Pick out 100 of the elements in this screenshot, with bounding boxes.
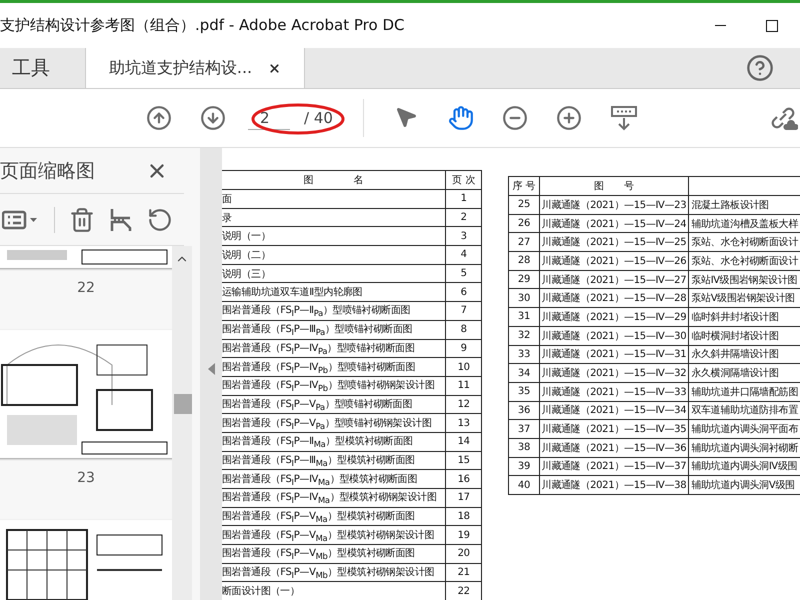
maximize-button[interactable]: [766, 20, 778, 32]
table-cell: 围岩普通段（FS$_{Ⅰ}$P—Ⅱ$_{Ma}$）型模筑衬砌断面图: [222, 432, 446, 452]
table-cell: 围岩普通段（FS$_{Ⅰ}$P—Ⅳ$_{Ma}$）型模筑衬砌钢架设计图: [222, 488, 446, 508]
table-cell: 围岩普通段（FS$_{Ⅰ}$P—Ⅳ$_{Pb}$）型喷锚衬砌钢架设计图: [222, 376, 446, 396]
zoom-in-icon[interactable]: [556, 105, 582, 131]
table-cell: 围岩普通段（FS$_{Ⅰ}$P—Ⅴ$_{Mb}$）型模筑衬砌钢架设计图: [222, 563, 446, 582]
page-label: 22: [77, 280, 95, 296]
page-number-field[interactable]: 2: [248, 106, 290, 130]
table-cell: 8: [446, 320, 482, 339]
page-extract-icon[interactable]: [109, 206, 133, 232]
column-header: 序 号: [508, 176, 540, 196]
collapse-arrow-icon[interactable]: [208, 363, 214, 375]
table-cell: 36: [508, 401, 540, 420]
table-cell: 7: [446, 302, 482, 320]
table-cell: 川藏通隧（2021）—15—Ⅳ—37: [539, 457, 689, 476]
table-cell: 31: [508, 308, 540, 326]
table-cell: 围岩普通段（FS$_{Ⅰ}$P—Ⅳ$_{Ma}$）型模筑衬砌断面图: [222, 470, 446, 488]
panel-title: 页面缩略图: [0, 158, 95, 184]
table-cell: 川藏通隧（2021）—15—Ⅳ—38: [539, 476, 689, 494]
table-cell: 围岩普通段（FS$_{Ⅰ}$P—Ⅴ$_{Pa}$）型喷锚衬砌钢架设计图: [222, 414, 446, 432]
table-cell: 3: [446, 226, 482, 246]
table-cell: 说明（三）: [222, 264, 446, 283]
table-cell: 围岩普通段（FS$_{Ⅰ}$P—Ⅴ$_{Ma}$）型模筑衬砌断面图: [222, 507, 446, 526]
table-cell: 37: [508, 420, 540, 438]
tab[interactable]: 助坑道支护结构设...: [86, 48, 305, 88]
table-cell: 面: [222, 190, 446, 208]
table-cell: 川藏通隧（2021）—15—Ⅳ—23: [539, 196, 689, 214]
table-cell: 围岩普通段（FS$_{Ⅰ}$P—Ⅳ$_{Pa}$）型喷锚衬砌断面图: [222, 339, 446, 358]
zoom-out-icon[interactable]: [502, 105, 528, 131]
table-cell: 33: [508, 345, 540, 364]
table-cell: 围岩普通段（FS$_{Ⅰ}$P—Ⅱ$_{Pa}$）型喷锚衬砌断面图: [222, 302, 446, 320]
close-icon[interactable]: [268, 62, 282, 74]
table-cell: 川藏通隧（2021）—15—Ⅳ—32: [539, 364, 689, 382]
table-cell: 13: [446, 414, 482, 432]
column-header: 图 号: [539, 176, 689, 196]
page-total: / 40: [304, 109, 333, 127]
window-title: 支护结构设计参考图（组合）.pdf - Adobe Acrobat Pro DC: [0, 16, 404, 35]
table-cell: 围岩普通段（FS$_{Ⅰ}$P—Ⅴ$_{Pa}$）型喷锚衬砌断面图: [222, 395, 446, 414]
stamp-tool-icon[interactable]: [610, 104, 638, 132]
column-header: 图 名: [222, 170, 446, 190]
table-cell: 20: [446, 544, 482, 564]
table-cell: 川藏通隧（2021）—15—Ⅳ—33: [539, 382, 689, 402]
table-cell: 4: [446, 246, 482, 264]
hand-icon[interactable]: [448, 105, 474, 131]
table-cell: 17: [446, 488, 482, 508]
table-cell: 说明（一）: [222, 226, 446, 246]
previous-page-icon[interactable]: [146, 105, 172, 131]
table-cell: 运输辅助坑道双车道Ⅱ型内轮廓图: [222, 282, 446, 302]
table-cell: 30: [508, 288, 540, 308]
table-cell: 34: [508, 364, 540, 382]
table-cell: 32: [508, 326, 540, 345]
table-cell: 录: [222, 208, 446, 227]
table-cell: 断面设计图（一）: [222, 582, 446, 600]
table-cell: 围岩普通段（FS$_{Ⅰ}$P—Ⅲ$_{Ma}$）型模筑衬砌断面图: [222, 451, 446, 470]
delete-icon[interactable]: [69, 206, 95, 232]
table-cell: 围岩普通段（FS$_{Ⅰ}$P—Ⅲ$_{Pa}$）型喷锚衬砌断面图: [222, 320, 446, 339]
table-cell: 川藏通隧（2021）—15—Ⅳ—36: [539, 438, 689, 458]
scrollbar-thumb[interactable]: [174, 394, 192, 414]
table-cell: 川藏通隧（2021）—15—Ⅳ—29: [539, 308, 689, 326]
table-cell: 川藏通隧（2021）—15—Ⅳ—34: [539, 401, 689, 420]
table-cell: 1: [446, 190, 482, 208]
table-cell: 说明（二）: [222, 246, 446, 264]
table-cell: 5: [446, 264, 482, 283]
table-cell: 9: [446, 339, 482, 358]
table-cell: 28: [508, 252, 540, 270]
table-cell: 川藏通隧（2021）—15—Ⅳ—27: [539, 270, 689, 289]
table-cell: 19: [446, 526, 482, 545]
page-label: 23: [77, 470, 95, 486]
table-cell: 16: [446, 470, 482, 488]
table-cell: 川藏通隧（2021）—15—Ⅳ—30: [539, 326, 689, 345]
table-cell: 26: [508, 214, 540, 233]
table-cell: 27: [508, 232, 540, 252]
table-cell: 35: [508, 382, 540, 402]
table-cell: 40: [508, 476, 540, 494]
next-page-icon[interactable]: [200, 105, 226, 131]
table-cell: 12: [446, 395, 482, 414]
table-cell: 围岩普通段（FS$_{Ⅰ}$P—Ⅴ$_{Mb}$）型模筑衬砌断面图: [222, 544, 446, 564]
table-cell: 14: [446, 432, 482, 452]
table-cell: 21: [446, 563, 482, 582]
help-icon[interactable]: [746, 54, 774, 82]
table-cell: 39: [508, 457, 540, 476]
column-header: 页 次: [446, 170, 482, 190]
table-cell: 18: [446, 507, 482, 526]
rotate-icon[interactable]: [147, 206, 173, 232]
table-cell: 川藏通隧（2021）—15—Ⅳ—25: [539, 232, 689, 252]
table-cell: 25: [508, 196, 540, 214]
table-cell: 川藏通隧（2021）—15—Ⅳ—24: [539, 214, 689, 233]
table-cell: 川藏通隧（2021）—15—Ⅳ—28: [539, 288, 689, 308]
table-cell: 11: [446, 376, 482, 396]
table-cell: 2: [446, 208, 482, 227]
table-cell: 6: [446, 282, 482, 302]
table-cell: 38: [508, 438, 540, 458]
table-cell: 围岩普通段（FS$_{Ⅰ}$P—Ⅴ$_{Ma}$）型模筑衬砌钢架设计图: [222, 526, 446, 545]
table-cell: 29: [508, 270, 540, 289]
table-cell: 围岩普通段（FS$_{Ⅰ}$P—Ⅳ$_{Pb}$）型喷锚衬砌断面图: [222, 358, 446, 376]
table-cell: 川藏通隧（2021）—15—Ⅳ—26: [539, 252, 689, 270]
table-cell: 10: [446, 358, 482, 376]
table-cell: 川藏通隧（2021）—15—Ⅳ—35: [539, 420, 689, 438]
table-cell: 川藏通隧（2021）—15—Ⅳ—31: [539, 345, 689, 364]
table-cell: 15: [446, 451, 482, 470]
